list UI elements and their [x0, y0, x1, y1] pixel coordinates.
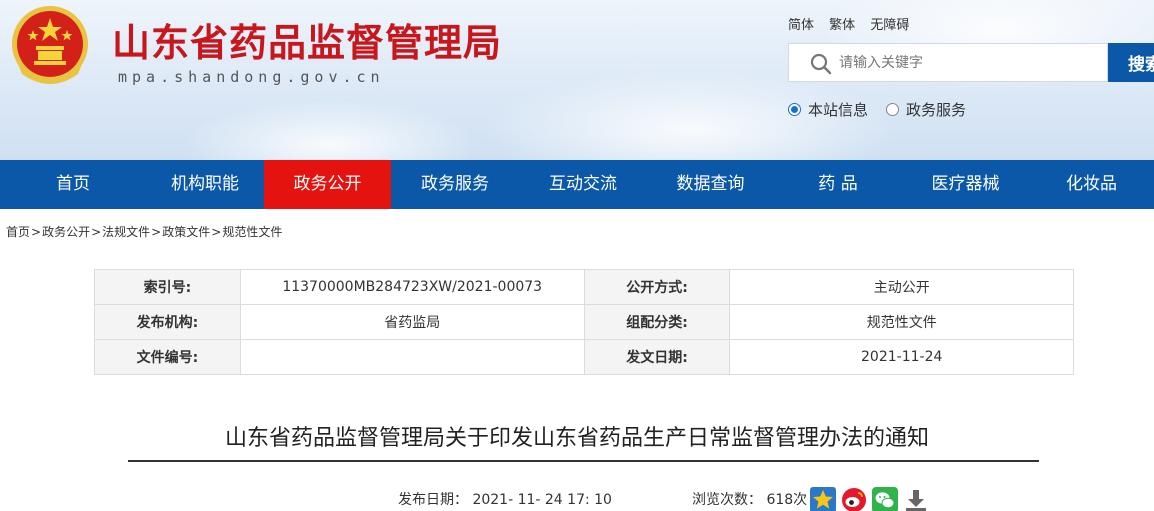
- document-number-label: 文件编号:: [94, 339, 241, 375]
- language-links: 简体 繁体 无障碍: [788, 14, 920, 33]
- wechat-icon[interactable]: [872, 487, 898, 511]
- nav-item-drugs[interactable]: 药 品: [774, 160, 902, 209]
- nav-item-gov-affairs[interactable]: 政务公开: [264, 160, 391, 209]
- document-number-value: [239, 339, 585, 375]
- accessibility-link[interactable]: 无障碍: [870, 18, 909, 33]
- scope-site-radio[interactable]: 本站信息: [788, 99, 868, 120]
- scope-services-label: 政务服务: [906, 101, 967, 119]
- disclosure-method-label: 公开方式:: [583, 269, 731, 305]
- disclosure-method-value: 主动公开: [729, 269, 1074, 305]
- search-scope: 本站信息 政务服务: [788, 99, 984, 120]
- nav-item-home[interactable]: 首页: [0, 160, 146, 209]
- nav-item-medical-devices[interactable]: 医疗器械: [902, 160, 1029, 209]
- nav-item-cosmetics[interactable]: 化妆品: [1029, 160, 1154, 209]
- issuing-agency-label: 发布机构:: [94, 304, 241, 340]
- site-domain: mpa.shandong.gov.cn: [118, 68, 385, 86]
- breadcrumb: 首页>政务公开>法规文件>政策文件>规范性文件: [6, 225, 283, 239]
- table-row: 索引号: 11370000MB284723XW/2021-00073 公开方式:…: [94, 269, 1074, 305]
- radio-checked-icon: [788, 103, 801, 116]
- nav-item-interaction[interactable]: 互动交流: [519, 160, 647, 209]
- main-nav: 首页 机构职能 政务公开 政务服务 互动交流 数据查询 药 品 医疗器械 化妆品: [0, 160, 1154, 209]
- nav-item-gov-services[interactable]: 政务服务: [391, 160, 519, 209]
- view-count: 浏览次数： 618次: [692, 492, 808, 508]
- national-emblem-icon: [12, 6, 88, 84]
- document-info-table: 索引号: 11370000MB284723XW/2021-00073 公开方式:…: [94, 269, 1074, 375]
- title-divider: [128, 460, 1039, 462]
- share-toolbar: [810, 487, 934, 511]
- search-input[interactable]: [839, 44, 1099, 81]
- table-row: 发布机构: 省药监局 组配分类: 规范性文件: [94, 304, 1074, 340]
- favorite-star-icon[interactable]: [810, 487, 836, 511]
- table-row: 文件编号: 发文日期: 2021-11-24: [94, 339, 1074, 375]
- site-title[interactable]: 山东省药品监督管理局: [112, 12, 502, 67]
- search-box: [788, 43, 1108, 82]
- traditional-chinese-link[interactable]: 繁体: [829, 18, 855, 33]
- scope-services-radio[interactable]: 政务服务: [886, 99, 966, 120]
- index-number-label: 索引号:: [94, 269, 241, 305]
- radio-unchecked-icon: [886, 103, 900, 116]
- breadcrumb-regulations[interactable]: 法规文件: [102, 225, 150, 239]
- article-title: 山东省药品监督管理局关于印发山东省药品生产日常监督管理办法的通知: [224, 426, 929, 451]
- download-icon[interactable]: [903, 487, 929, 511]
- issue-date-value: 2021-11-24: [729, 339, 1074, 375]
- category-label: 组配分类:: [583, 304, 731, 340]
- issue-date-label: 发文日期:: [583, 339, 731, 375]
- nav-item-organization[interactable]: 机构职能: [146, 160, 264, 209]
- scope-site-label: 本站信息: [808, 101, 869, 119]
- search-button[interactable]: 搜索: [1108, 43, 1154, 82]
- breadcrumb-policy-docs[interactable]: 政策文件: [162, 225, 210, 239]
- search-icon: [810, 53, 832, 75]
- issuing-agency-value: 省药监局: [239, 304, 585, 340]
- category-value: 规范性文件: [729, 304, 1074, 340]
- nav-item-data-query[interactable]: 数据查询: [647, 160, 774, 209]
- breadcrumb-gov-affairs[interactable]: 政务公开: [42, 225, 90, 239]
- weibo-icon[interactable]: [841, 487, 867, 511]
- breadcrumb-home[interactable]: 首页: [6, 225, 30, 239]
- publish-date: 发布日期： 2021- 11- 24 17: 10: [398, 492, 612, 508]
- simplified-chinese-link[interactable]: 简体: [788, 18, 814, 33]
- index-number-value: 11370000MB284723XW/2021-00073: [239, 269, 585, 305]
- breadcrumb-normative-docs[interactable]: 规范性文件: [222, 225, 282, 239]
